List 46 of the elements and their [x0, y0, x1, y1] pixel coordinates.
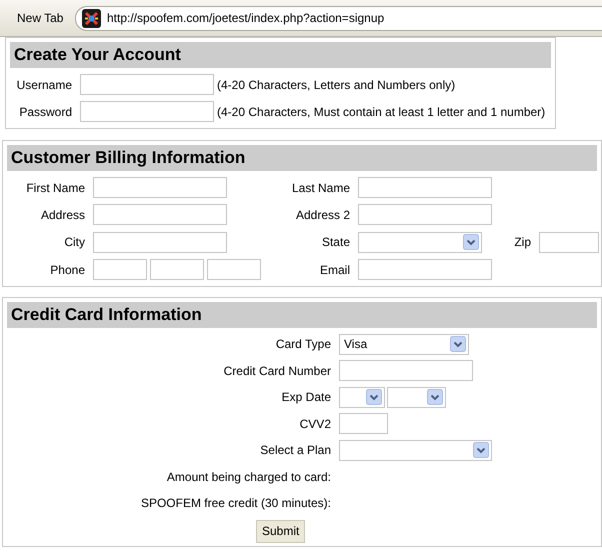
- dropdown-field[interactable]: [339, 440, 492, 461]
- dropdown-field[interactable]: [339, 386, 385, 408]
- field-label: Email: [320, 262, 350, 277]
- field-label: City: [64, 235, 85, 250]
- field-label: Zip: [514, 235, 531, 250]
- field-label: Amount being charged to card:: [166, 470, 331, 484]
- section-heading: Credit Card Information: [7, 302, 597, 328]
- field-label: First Name: [26, 180, 85, 195]
- field-label: SPOOFEM free credit (30 minutes):: [140, 496, 331, 510]
- field-label: Phone: [50, 262, 85, 277]
- field-hint: (4-20 Characters, Letters and Numbers only): [217, 78, 456, 92]
- input-field[interactable]: [339, 360, 473, 382]
- browser-tab[interactable]: New Tab: [17, 11, 65, 25]
- dropdown-field[interactable]: [387, 386, 446, 408]
- field-label: Exp Date: [282, 390, 331, 404]
- input-field[interactable]: [150, 259, 204, 280]
- section-heading: Create Your Account: [10, 42, 551, 68]
- input-field[interactable]: [93, 232, 227, 253]
- field-label: Last Name: [292, 180, 350, 195]
- field-label: CVV2: [300, 416, 331, 431]
- field-label: Select a Plan: [260, 443, 331, 458]
- input-field[interactable]: [93, 177, 227, 198]
- input-field[interactable]: [358, 177, 492, 198]
- field-label: Credit Card Number: [224, 364, 331, 378]
- field-label: Address 2: [296, 208, 350, 222]
- input-field[interactable]: [93, 204, 227, 226]
- input-field[interactable]: [358, 259, 492, 280]
- dropdown-field[interactable]: Visa: [339, 334, 469, 355]
- field-label: Card Type: [276, 337, 331, 352]
- field-label: Address: [40, 208, 85, 222]
- address-bar[interactable]: http://spoofem.com/joetest/index.php?action=signup: [75, 6, 602, 30]
- input-field[interactable]: [539, 232, 599, 253]
- section-heading: Customer Billing Information: [7, 145, 597, 171]
- input-field[interactable]: [339, 413, 388, 434]
- site-icon: [82, 8, 101, 28]
- field-label: Username: [16, 78, 72, 92]
- field-hint: (4-20 Characters, Must contain at least 1 letter and 1 number): [217, 104, 546, 118]
- dropdown-field[interactable]: [358, 232, 482, 253]
- input-field[interactable]: [80, 101, 214, 122]
- input-field[interactable]: [80, 74, 214, 95]
- field-label: Password: [18, 104, 72, 118]
- input-field[interactable]: [207, 259, 261, 280]
- input-field[interactable]: [93, 259, 147, 280]
- field-label: State: [322, 235, 350, 250]
- submit-button[interactable]: Submit: [256, 520, 306, 543]
- input-field[interactable]: [358, 204, 492, 226]
